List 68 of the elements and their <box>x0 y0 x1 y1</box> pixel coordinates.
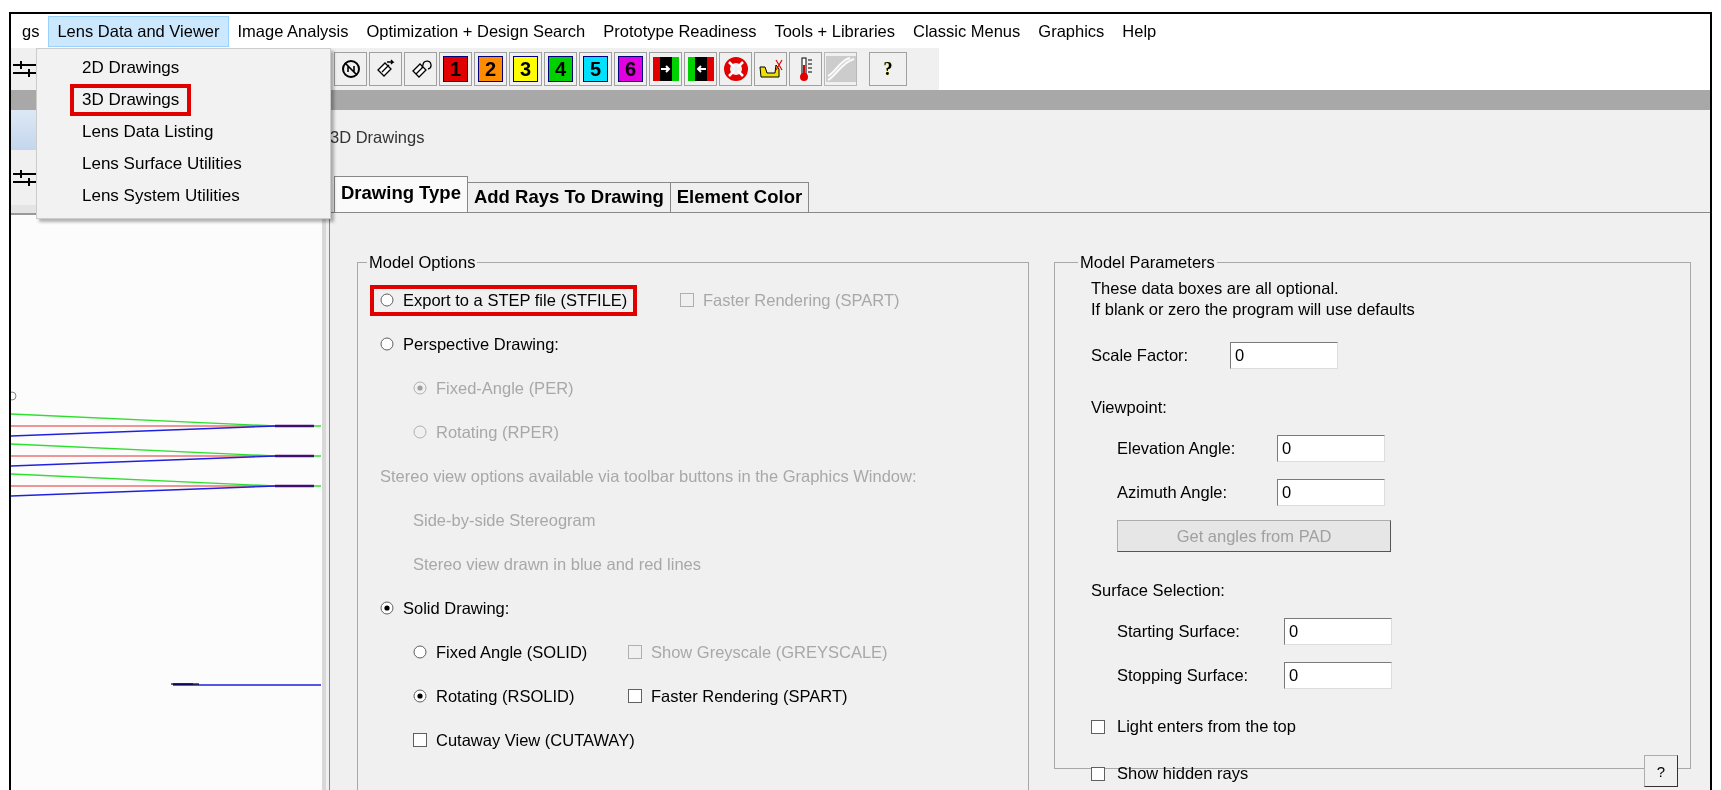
duck-icon <box>757 57 784 81</box>
lifebuoy-icon <box>723 57 748 81</box>
dialog-title: 3D Drawings <box>329 127 426 148</box>
number-field[interactable]: 0 <box>1277 479 1385 506</box>
group-title: Model Parameters <box>1079 253 1216 272</box>
number-field[interactable]: 0 <box>1230 342 1338 369</box>
description-text: These data boxes are all optional. <box>1091 278 1340 299</box>
menu-item[interactable]: Graphics <box>1029 15 1114 47</box>
color-number-button[interactable]: 2 <box>474 52 507 86</box>
hint-text: Stereo view drawn in blue and red lines <box>413 553 701 575</box>
radio-option[interactable]: Perspective Drawing: <box>370 328 569 360</box>
color-number-button[interactable]: 3 <box>509 52 542 86</box>
field-label: Azimuth Angle: <box>1117 483 1229 502</box>
description-text: If blank or zero the program will use defaults <box>1091 299 1416 320</box>
radio-option[interactable]: Export to a STEP file (STFILE) <box>370 284 638 316</box>
tab[interactable]: Element Color <box>669 182 810 212</box>
checkbox-option[interactable]: Show hidden rays <box>1091 764 1249 783</box>
field-label: Starting Surface: <box>1117 622 1241 641</box>
color-number-button[interactable]: 5 <box>579 52 612 86</box>
radio-option[interactable]: Solid Drawing: <box>370 592 520 624</box>
menu-option[interactable]: Lens System Utilities <box>70 180 252 212</box>
help-button[interactable]: ? <box>1644 755 1678 787</box>
sliders-icon[interactable] <box>13 168 37 187</box>
thermometer-icon <box>797 56 814 82</box>
color-number-button[interactable]: 1 <box>439 52 472 86</box>
field-label: Stopping Surface: <box>1117 666 1250 685</box>
toolbar-button[interactable] <box>404 52 437 86</box>
menu-item[interactable]: Classic Menus <box>904 15 1030 47</box>
color-number-button[interactable]: 6 <box>614 52 647 86</box>
curve-icon <box>825 56 856 82</box>
radio-option[interactable]: Fixed Angle (SOLID) <box>403 636 598 668</box>
checkbox-option[interactable]: Faster Rendering (SPART) <box>618 680 858 712</box>
sliders-icon[interactable] <box>13 60 37 78</box>
help-button[interactable]: ? <box>869 52 907 86</box>
menu-item[interactable]: Optimization + Design Search <box>357 15 595 47</box>
menu-item[interactable]: gs <box>13 15 49 47</box>
tab[interactable]: Drawing Type <box>334 176 468 212</box>
toolbar-button[interactable] <box>334 52 367 86</box>
menu-item[interactable]: Tools + Libraries <box>765 15 904 47</box>
number-field[interactable]: 0 <box>1277 435 1385 462</box>
menu-option[interactable]: 3D Drawings <box>70 84 192 116</box>
group-title: Model Options <box>368 253 477 272</box>
toolbar-button[interactable] <box>369 52 402 86</box>
field-label: Elevation Angle: <box>1117 439 1237 458</box>
checkbox-option[interactable]: Cutaway View (CUTAWAY) <box>403 724 645 756</box>
number-field[interactable]: 0 <box>1284 662 1392 689</box>
menu-option[interactable]: 2D Drawings <box>70 52 192 84</box>
color-number-button[interactable]: 4 <box>544 52 577 86</box>
field-label: Scale Factor: <box>1091 346 1190 365</box>
no-sign-icon <box>339 58 362 80</box>
number-field[interactable]: 0 <box>1284 618 1392 645</box>
checkbox-option[interactable]: Light enters from the top <box>1091 717 1678 736</box>
toolbar-button[interactable] <box>754 52 787 86</box>
left-arrow-icon <box>687 57 714 81</box>
radio-option[interactable]: Rotating (RSOLID) <box>403 680 585 712</box>
toolbar-button[interactable] <box>684 52 717 86</box>
menu-item[interactable]: Prototype Readiness <box>594 15 766 47</box>
menu-option[interactable]: Lens Surface Utilities <box>70 148 254 180</box>
menu-item[interactable]: Image Analysis <box>228 15 358 47</box>
hint-text: Side-by-side Stereogram <box>413 509 596 531</box>
hint-text: Stereo view options available via toolbar buttons in the Graphics Window: <box>380 465 917 487</box>
section-label: Surface Selection: <box>1091 580 1226 601</box>
right-arrow-icon <box>652 57 679 81</box>
menu-item[interactable]: Lens Data and Viewer <box>48 15 229 47</box>
menu-option[interactable]: Lens Data Listing <box>70 116 226 148</box>
section-label: Viewpoint: <box>1091 397 1168 418</box>
menu-item[interactable]: Help <box>1113 15 1166 47</box>
toolbar-button[interactable] <box>649 52 682 86</box>
